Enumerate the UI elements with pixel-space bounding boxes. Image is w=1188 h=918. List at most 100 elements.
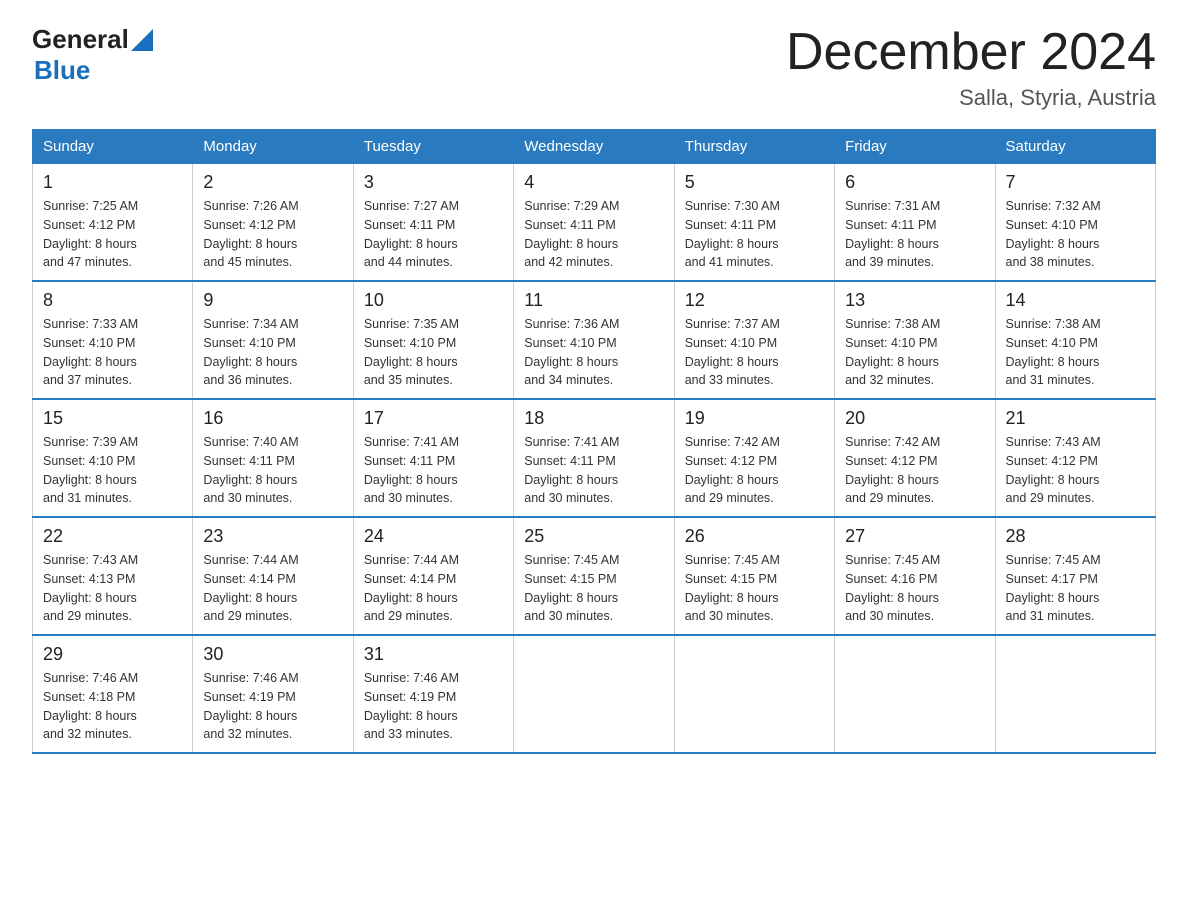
day-number: 20 (845, 408, 984, 429)
calendar-cell (514, 635, 674, 753)
calendar-cell: 26 Sunrise: 7:45 AM Sunset: 4:15 PM Dayl… (674, 517, 834, 635)
weekday-header-monday: Monday (193, 130, 353, 164)
calendar-cell: 5 Sunrise: 7:30 AM Sunset: 4:11 PM Dayli… (674, 164, 834, 282)
location-title: Salla, Styria, Austria (786, 85, 1156, 111)
calendar-cell: 21 Sunrise: 7:43 AM Sunset: 4:12 PM Dayl… (995, 399, 1155, 517)
calendar-cell: 1 Sunrise: 7:25 AM Sunset: 4:12 PM Dayli… (33, 164, 193, 282)
day-number: 13 (845, 290, 984, 311)
day-info: Sunrise: 7:45 AM Sunset: 4:15 PM Dayligh… (524, 551, 663, 626)
day-number: 29 (43, 644, 182, 665)
day-info: Sunrise: 7:38 AM Sunset: 4:10 PM Dayligh… (1006, 315, 1145, 390)
day-number: 24 (364, 526, 503, 547)
calendar-cell: 13 Sunrise: 7:38 AM Sunset: 4:10 PM Dayl… (835, 281, 995, 399)
day-info: Sunrise: 7:38 AM Sunset: 4:10 PM Dayligh… (845, 315, 984, 390)
day-info: Sunrise: 7:31 AM Sunset: 4:11 PM Dayligh… (845, 197, 984, 272)
day-info: Sunrise: 7:30 AM Sunset: 4:11 PM Dayligh… (685, 197, 824, 272)
calendar-cell: 31 Sunrise: 7:46 AM Sunset: 4:19 PM Dayl… (353, 635, 513, 753)
day-info: Sunrise: 7:37 AM Sunset: 4:10 PM Dayligh… (685, 315, 824, 390)
day-info: Sunrise: 7:40 AM Sunset: 4:11 PM Dayligh… (203, 433, 342, 508)
calendar-cell: 4 Sunrise: 7:29 AM Sunset: 4:11 PM Dayli… (514, 164, 674, 282)
day-number: 28 (1006, 526, 1145, 547)
day-number: 31 (364, 644, 503, 665)
day-number: 6 (845, 172, 984, 193)
logo-general: General (32, 24, 129, 55)
day-info: Sunrise: 7:42 AM Sunset: 4:12 PM Dayligh… (845, 433, 984, 508)
calendar-cell: 25 Sunrise: 7:45 AM Sunset: 4:15 PM Dayl… (514, 517, 674, 635)
day-number: 23 (203, 526, 342, 547)
calendar-cell: 29 Sunrise: 7:46 AM Sunset: 4:18 PM Dayl… (33, 635, 193, 753)
calendar-cell: 19 Sunrise: 7:42 AM Sunset: 4:12 PM Dayl… (674, 399, 834, 517)
calendar-week-row: 22 Sunrise: 7:43 AM Sunset: 4:13 PM Dayl… (33, 517, 1156, 635)
day-number: 12 (685, 290, 824, 311)
logo-triangle-icon (131, 29, 153, 51)
day-info: Sunrise: 7:36 AM Sunset: 4:10 PM Dayligh… (524, 315, 663, 390)
calendar-cell (674, 635, 834, 753)
weekday-header-saturday: Saturday (995, 130, 1155, 164)
calendar-cell: 17 Sunrise: 7:41 AM Sunset: 4:11 PM Dayl… (353, 399, 513, 517)
page-header: General Blue December 2024 Salla, Styria… (32, 24, 1156, 111)
day-info: Sunrise: 7:44 AM Sunset: 4:14 PM Dayligh… (364, 551, 503, 626)
month-title: December 2024 (786, 24, 1156, 81)
calendar-cell: 2 Sunrise: 7:26 AM Sunset: 4:12 PM Dayli… (193, 164, 353, 282)
calendar-cell: 11 Sunrise: 7:36 AM Sunset: 4:10 PM Dayl… (514, 281, 674, 399)
logo: General Blue (32, 24, 153, 86)
day-info: Sunrise: 7:26 AM Sunset: 4:12 PM Dayligh… (203, 197, 342, 272)
day-info: Sunrise: 7:29 AM Sunset: 4:11 PM Dayligh… (524, 197, 663, 272)
day-number: 10 (364, 290, 503, 311)
day-number: 1 (43, 172, 182, 193)
weekday-header-friday: Friday (835, 130, 995, 164)
day-info: Sunrise: 7:33 AM Sunset: 4:10 PM Dayligh… (43, 315, 182, 390)
calendar-table: SundayMondayTuesdayWednesdayThursdayFrid… (32, 129, 1156, 754)
day-info: Sunrise: 7:45 AM Sunset: 4:17 PM Dayligh… (1006, 551, 1145, 626)
day-info: Sunrise: 7:35 AM Sunset: 4:10 PM Dayligh… (364, 315, 503, 390)
day-info: Sunrise: 7:25 AM Sunset: 4:12 PM Dayligh… (43, 197, 182, 272)
title-section: December 2024 Salla, Styria, Austria (786, 24, 1156, 111)
day-number: 22 (43, 526, 182, 547)
day-info: Sunrise: 7:32 AM Sunset: 4:10 PM Dayligh… (1006, 197, 1145, 272)
day-number: 19 (685, 408, 824, 429)
day-number: 15 (43, 408, 182, 429)
day-info: Sunrise: 7:46 AM Sunset: 4:18 PM Dayligh… (43, 669, 182, 744)
calendar-cell (995, 635, 1155, 753)
calendar-cell: 12 Sunrise: 7:37 AM Sunset: 4:10 PM Dayl… (674, 281, 834, 399)
weekday-header-tuesday: Tuesday (353, 130, 513, 164)
day-number: 30 (203, 644, 342, 665)
day-number: 16 (203, 408, 342, 429)
calendar-cell: 15 Sunrise: 7:39 AM Sunset: 4:10 PM Dayl… (33, 399, 193, 517)
day-info: Sunrise: 7:43 AM Sunset: 4:12 PM Dayligh… (1006, 433, 1145, 508)
weekday-header-sunday: Sunday (33, 130, 193, 164)
calendar-cell: 23 Sunrise: 7:44 AM Sunset: 4:14 PM Dayl… (193, 517, 353, 635)
day-number: 25 (524, 526, 663, 547)
day-number: 27 (845, 526, 984, 547)
calendar-week-row: 8 Sunrise: 7:33 AM Sunset: 4:10 PM Dayli… (33, 281, 1156, 399)
day-info: Sunrise: 7:46 AM Sunset: 4:19 PM Dayligh… (203, 669, 342, 744)
day-info: Sunrise: 7:43 AM Sunset: 4:13 PM Dayligh… (43, 551, 182, 626)
day-number: 7 (1006, 172, 1145, 193)
weekday-header-thursday: Thursday (674, 130, 834, 164)
calendar-header-row: SundayMondayTuesdayWednesdayThursdayFrid… (33, 130, 1156, 164)
calendar-week-row: 1 Sunrise: 7:25 AM Sunset: 4:12 PM Dayli… (33, 164, 1156, 282)
day-info: Sunrise: 7:27 AM Sunset: 4:11 PM Dayligh… (364, 197, 503, 272)
day-number: 11 (524, 290, 663, 311)
day-number: 14 (1006, 290, 1145, 311)
day-number: 4 (524, 172, 663, 193)
day-info: Sunrise: 7:34 AM Sunset: 4:10 PM Dayligh… (203, 315, 342, 390)
calendar-cell: 24 Sunrise: 7:44 AM Sunset: 4:14 PM Dayl… (353, 517, 513, 635)
calendar-cell: 20 Sunrise: 7:42 AM Sunset: 4:12 PM Dayl… (835, 399, 995, 517)
calendar-cell (835, 635, 995, 753)
calendar-cell: 30 Sunrise: 7:46 AM Sunset: 4:19 PM Dayl… (193, 635, 353, 753)
logo-blue: Blue (32, 55, 153, 86)
calendar-cell: 7 Sunrise: 7:32 AM Sunset: 4:10 PM Dayli… (995, 164, 1155, 282)
calendar-cell: 3 Sunrise: 7:27 AM Sunset: 4:11 PM Dayli… (353, 164, 513, 282)
day-number: 26 (685, 526, 824, 547)
calendar-cell: 18 Sunrise: 7:41 AM Sunset: 4:11 PM Dayl… (514, 399, 674, 517)
calendar-cell: 14 Sunrise: 7:38 AM Sunset: 4:10 PM Dayl… (995, 281, 1155, 399)
day-info: Sunrise: 7:45 AM Sunset: 4:16 PM Dayligh… (845, 551, 984, 626)
day-number: 9 (203, 290, 342, 311)
day-number: 3 (364, 172, 503, 193)
calendar-week-row: 15 Sunrise: 7:39 AM Sunset: 4:10 PM Dayl… (33, 399, 1156, 517)
day-info: Sunrise: 7:44 AM Sunset: 4:14 PM Dayligh… (203, 551, 342, 626)
day-info: Sunrise: 7:41 AM Sunset: 4:11 PM Dayligh… (364, 433, 503, 508)
day-info: Sunrise: 7:39 AM Sunset: 4:10 PM Dayligh… (43, 433, 182, 508)
calendar-body: 1 Sunrise: 7:25 AM Sunset: 4:12 PM Dayli… (33, 164, 1156, 754)
